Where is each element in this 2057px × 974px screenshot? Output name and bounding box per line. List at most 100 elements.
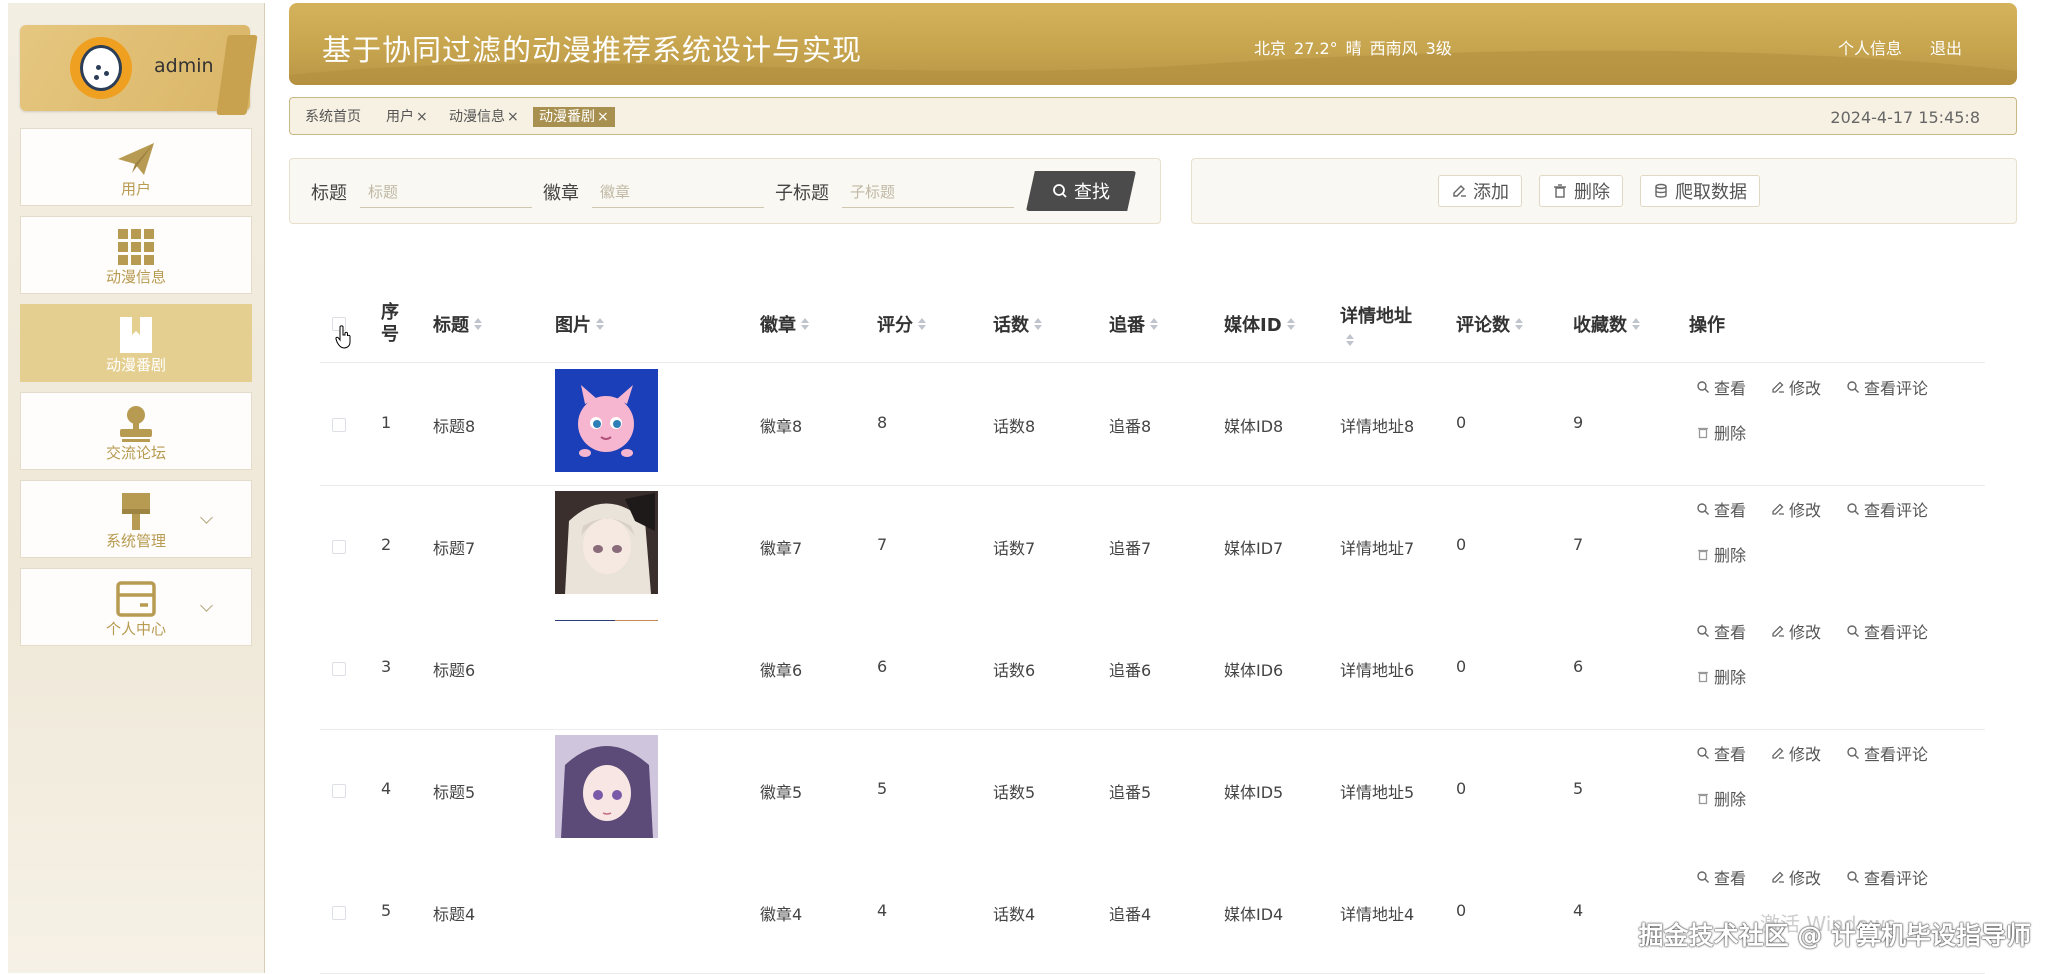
sort-icon[interactable] [1632,317,1640,330]
trash-icon [1698,671,1708,683]
close-icon[interactable]: × [416,109,428,125]
sidebar-item-forum[interactable]: 交流论坛 [20,392,252,470]
sort-icon[interactable] [1346,333,1354,346]
op-label: 修改 [1789,501,1822,520]
search-icon [1053,184,1067,198]
cell-score: 6 [877,657,888,676]
delete-row-button[interactable]: 删除 [1696,542,1746,566]
sort-icon[interactable] [801,317,809,330]
sort-icon[interactable] [1286,317,1295,330]
view-comments-button[interactable]: 查看评论 [1846,619,1928,643]
title-label: 标题 [311,183,347,204]
search-icon [1697,503,1709,515]
view-button[interactable]: 查看 [1696,619,1746,643]
cell-title: 标题6 [433,661,476,680]
tab-anime-series[interactable]: 动漫番剧 × [533,107,615,127]
weather-temp: 27.2° [1294,39,1338,58]
sort-icon[interactable] [596,317,604,330]
close-icon[interactable]: × [507,109,519,125]
delete-row-button[interactable]: 删除 [1696,664,1746,688]
cell-comments: 0 [1456,779,1467,798]
view-comments-button[interactable]: 查看评论 [1846,741,1928,765]
datetime: 2024-4-17 15:45:8 [1830,108,1980,127]
sidebar-item-user[interactable]: 用户 [20,128,252,206]
badge-search-input[interactable] [592,176,764,208]
cell-score: 8 [877,413,888,432]
view-comments-button[interactable]: 查看评论 [1846,497,1928,521]
sort-icon[interactable] [1515,317,1523,330]
anime-thumbnail [555,857,658,863]
view-comments-button[interactable]: 查看评论 [1846,865,1928,889]
cell-score: 4 [877,901,888,920]
tab-label: 动漫信息 [449,109,505,125]
anime-thumbnail [555,369,658,472]
cell-follow: 追番6 [1109,661,1152,680]
row-checkbox[interactable] [332,418,346,432]
col-title[interactable]: 标题 [433,285,482,362]
delete-row-button[interactable]: 删除 [1696,786,1746,810]
edit-button[interactable]: 修改 [1771,619,1821,643]
cell-comments: 0 [1456,413,1467,432]
sort-icon[interactable] [918,317,926,330]
col-image[interactable]: 图片 [555,285,604,362]
trash-icon [1698,549,1708,561]
top-header: 基于协同过滤的动漫推荐系统设计与实现 北京 27.2° 晴西南风 3级 个人信息 退出 [289,3,2017,85]
col-label: 详情地址 [1340,305,1412,327]
edit-button[interactable]: 修改 [1771,741,1821,765]
col-media-id[interactable]: 媒体ID [1224,285,1295,362]
edit-button[interactable]: 修改 [1771,375,1821,399]
crawl-data-button[interactable]: 爬取数据 [1640,175,1760,207]
search-button[interactable]: 查找 [1026,171,1136,211]
view-button[interactable]: 查看 [1696,865,1746,889]
tab-anime-info[interactable]: 动漫信息 × [445,107,523,127]
view-button[interactable]: 查看 [1696,497,1746,521]
chevron-down-icon[interactable] [200,511,213,524]
col-detail-url[interactable]: 详情地址 [1340,285,1412,362]
edit-button[interactable]: 修改 [1771,865,1821,889]
col-label: 标题 [433,314,469,336]
logout-link[interactable]: 退出 [1930,35,1962,59]
search-icon [1697,747,1709,759]
edit-button[interactable]: 修改 [1771,497,1821,521]
add-button[interactable]: 添加 [1438,175,1522,207]
title-search-input[interactable] [360,176,532,208]
close-icon[interactable]: × [597,109,609,125]
row-checkbox[interactable] [332,662,346,676]
cell-media-id: 媒体ID5 [1224,783,1284,802]
sidebar-item-personal-center[interactable]: 个人中心 [20,568,252,646]
row-checkbox[interactable] [332,906,346,920]
delete-button[interactable]: 删除 [1539,175,1623,207]
profile-link[interactable]: 个人信息 [1838,35,1902,59]
delete-row-button[interactable]: 删除 [1696,420,1746,444]
chevron-down-icon[interactable] [200,599,213,612]
sidebar-item-anime-info[interactable]: 动漫信息 [20,216,252,294]
op-label: 修改 [1789,869,1822,888]
sort-icon[interactable] [474,317,482,330]
sidebar-item-system[interactable]: 系统管理 [20,480,252,558]
view-comments-button[interactable]: 查看评论 [1846,375,1928,399]
tab-home[interactable]: 系统首页 [301,107,365,127]
view-button[interactable]: 查看 [1696,375,1746,399]
weather-city: 北京 [1254,39,1287,58]
col-score[interactable]: 评分 [877,285,926,362]
sidebar-item-anime-series[interactable]: 动漫番剧 [20,304,252,382]
col-favorites[interactable]: 收藏数 [1573,285,1640,362]
sort-icon[interactable] [1034,317,1042,330]
col-comments[interactable]: 评论数 [1456,285,1523,362]
subtitle-search-input[interactable] [842,176,1014,208]
profile-fold-decoration [216,35,258,115]
tab-user[interactable]: 用户 × [382,107,432,127]
col-badge[interactable]: 徽章 [760,285,809,362]
view-button[interactable]: 查看 [1696,741,1746,765]
row-checkbox[interactable] [332,784,346,798]
row-checkbox[interactable] [332,540,346,554]
sort-icon[interactable] [1150,317,1158,330]
cell-comments: 0 [1456,657,1467,676]
user-profile-card[interactable]: admin [20,25,258,115]
col-follow[interactable]: 追番 [1109,285,1158,362]
col-episodes[interactable]: 话数 [993,285,1042,362]
tab-label: 动漫番剧 [539,109,595,125]
edit-icon [1772,503,1784,515]
col-label: 图片 [555,314,591,336]
cell-episodes: 话数5 [993,783,1036,802]
